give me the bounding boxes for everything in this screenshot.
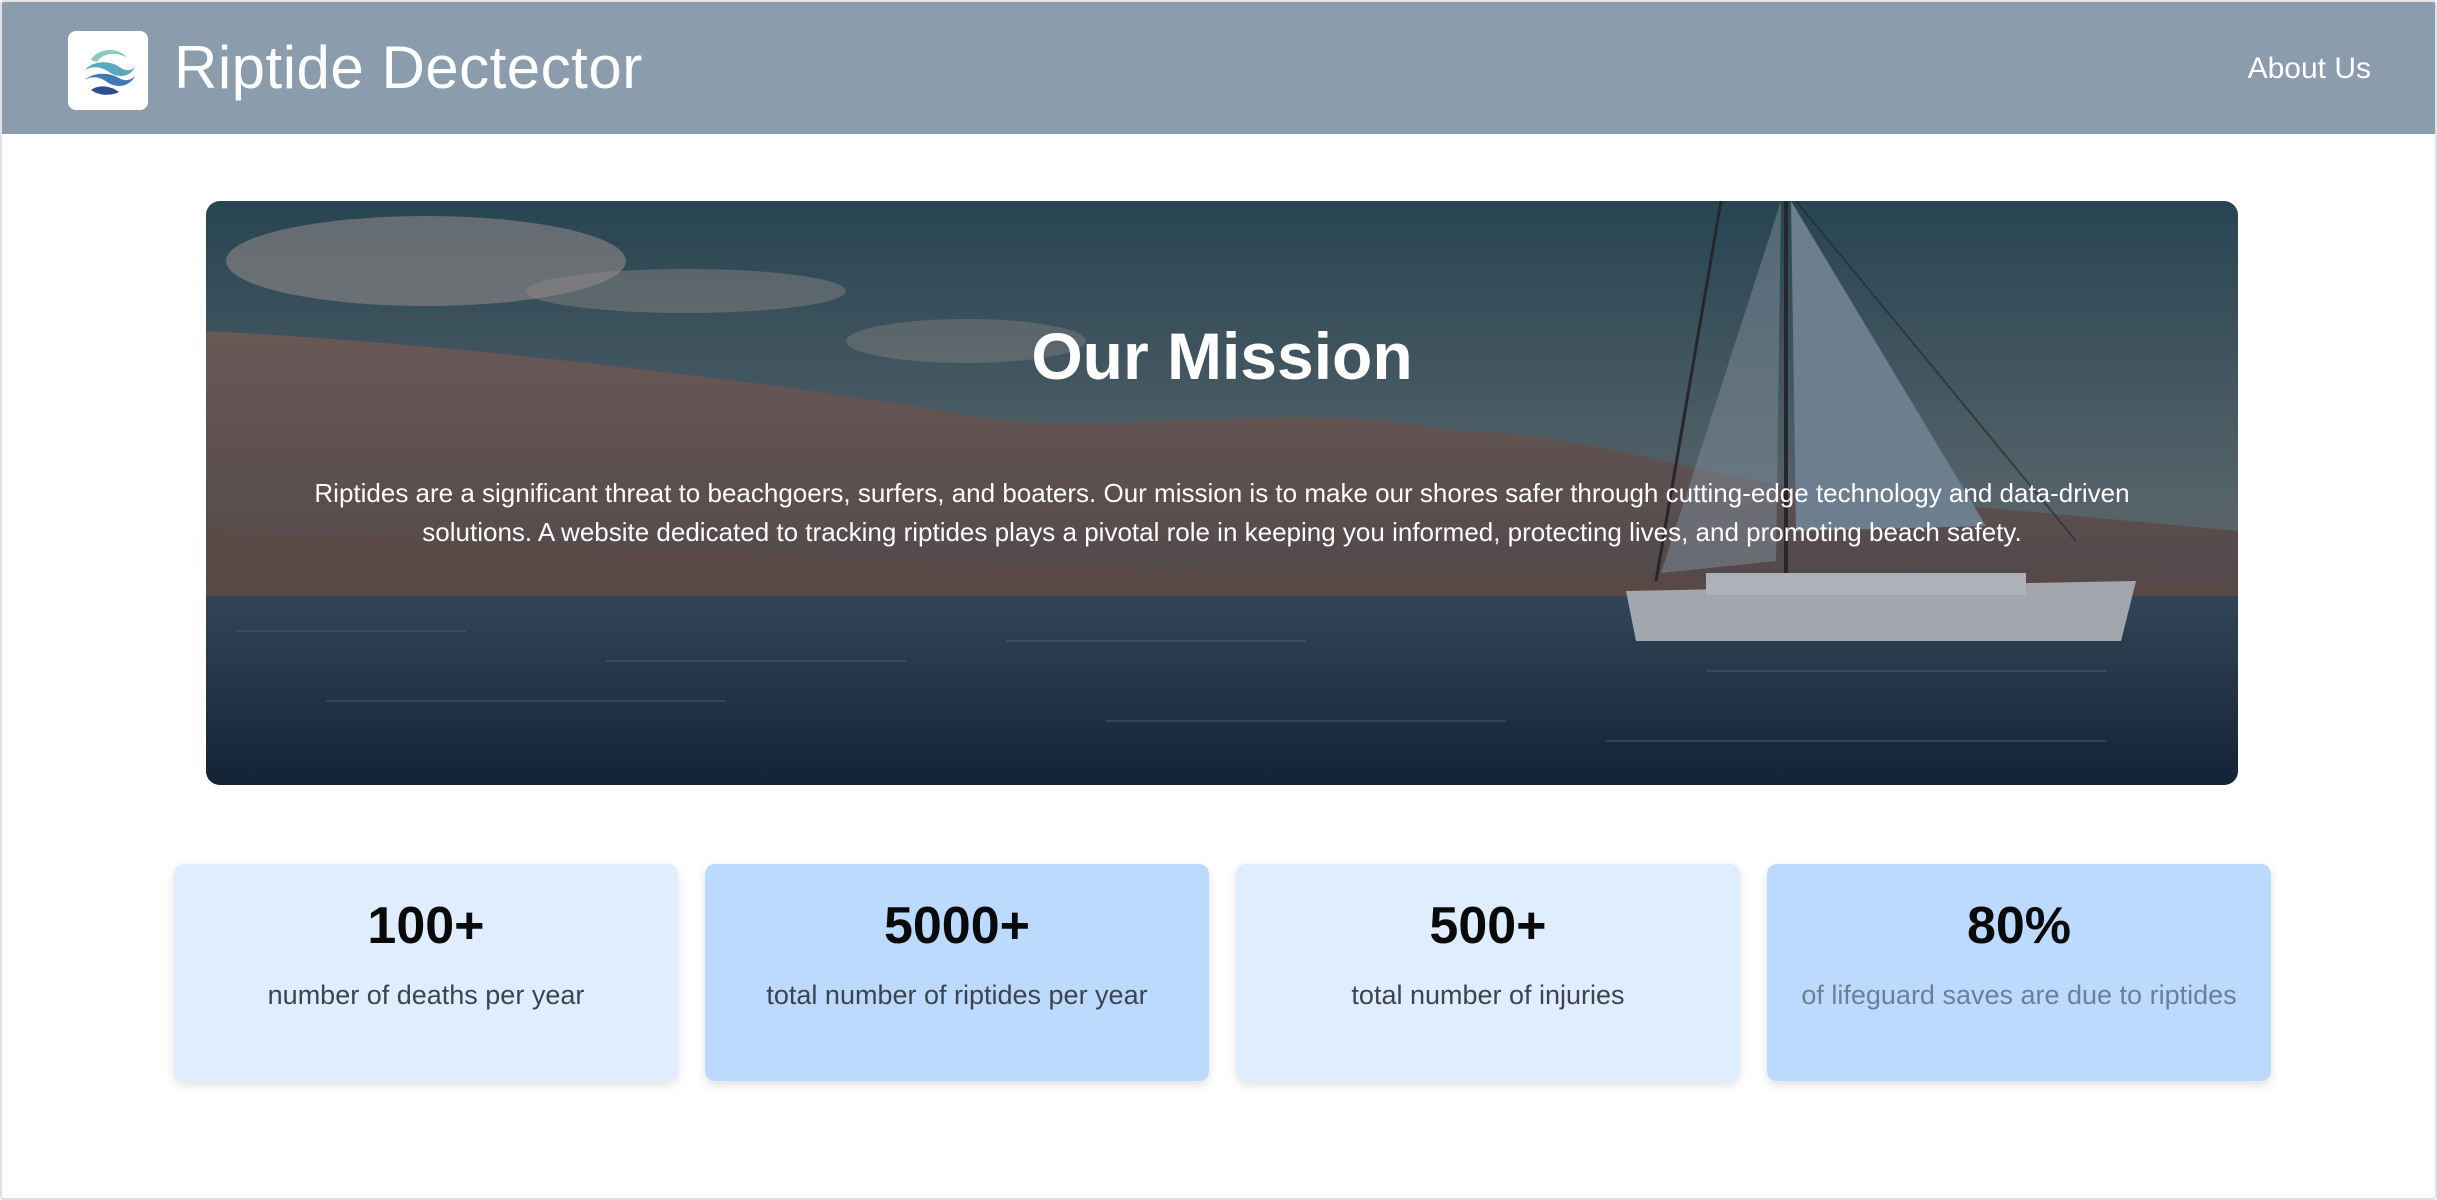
stat-card-deaths: 100+ number of deaths per year: [174, 864, 678, 1081]
stat-label: number of deaths per year: [267, 980, 585, 1010]
page-frame: Riptide Dectector About Us Our Mission R…: [0, 0, 2437, 1200]
brand-title[interactable]: Riptide Dectector: [174, 32, 643, 104]
stat-label: total number of injuries: [1351, 980, 1625, 1010]
mission-description: Riptides are a significant threat to bea…: [314, 478, 2130, 547]
stat-label: total number of riptides per year: [766, 980, 1148, 1010]
logo[interactable]: [68, 31, 148, 110]
mission-hero: Our Mission Riptides are a significant t…: [206, 201, 2238, 785]
mission-title: Our Mission: [1031, 319, 1413, 393]
stat-value: 5000+: [883, 897, 1031, 955]
navbar: Riptide Dectector About Us: [2, 2, 2435, 134]
stat-card-lifeguard-saves: 80% of lifeguard saves are due to riptid…: [1767, 864, 2271, 1081]
stat-label: of lifeguard saves are due to riptides: [1801, 980, 2237, 1010]
stat-value: 80%: [1966, 897, 2072, 955]
nav-about-us-link[interactable]: About Us: [2248, 50, 2371, 88]
stat-value: 500+: [1429, 897, 1547, 955]
stat-card-injuries: 500+ total number of injuries: [1236, 864, 1740, 1081]
stat-card-riptides: 5000+ total number of riptides per year: [705, 864, 1209, 1081]
stat-value: 100+: [367, 897, 485, 955]
wave-logo-icon: [85, 49, 135, 95]
